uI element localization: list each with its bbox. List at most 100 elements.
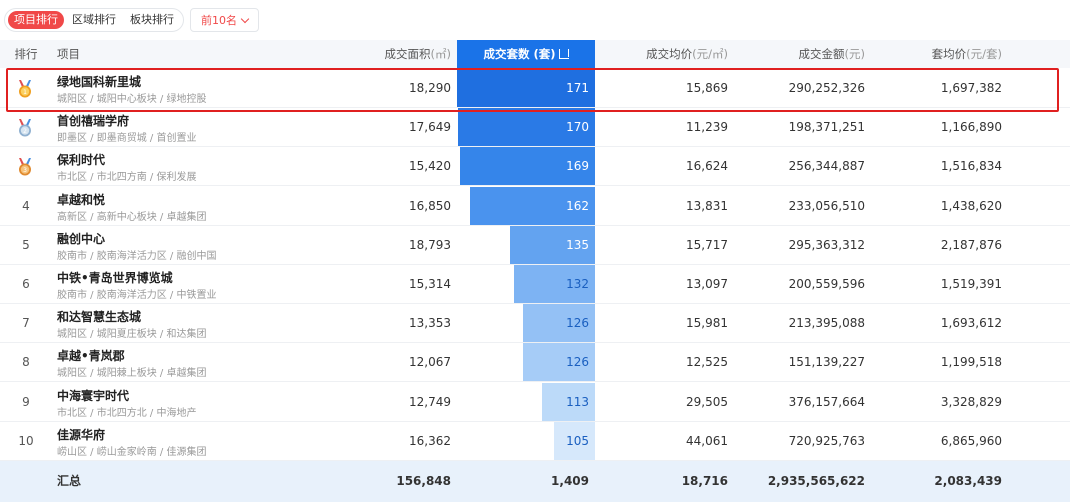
project-location: 城阳区 / 城阳中心板块 / 绿地控股 [57, 94, 207, 105]
units-bar-cell: 171 [457, 69, 595, 107]
header-amount-unit: (元) [844, 47, 865, 61]
project-name[interactable]: 佳源华府 [57, 428, 206, 443]
project-location: 城阳区 / 城阳夏庄板块 / 和达集团 [57, 329, 207, 341]
bronze-medal-icon: 3 [19, 158, 31, 176]
project-name[interactable]: 卓越和悦 [57, 193, 206, 208]
header-amount[interactable]: 成交金额(元) [740, 40, 865, 68]
sort-icon[interactable] [558, 49, 569, 59]
project-name[interactable]: 中海寰宇时代 [57, 389, 196, 404]
summary-avg-price: 18,716 [681, 474, 728, 488]
project-cell[interactable]: 佳源华府 崂山区 / 崂山金家岭南 / 佳源集团 [57, 428, 206, 460]
units-bar-cell: 162 [457, 186, 595, 225]
project-cell[interactable]: 卓越•青岚郡 城阳区 / 城阳棘上板块 / 卓越集团 [57, 349, 206, 381]
project-name[interactable]: 和达智慧生态城 [57, 310, 206, 325]
avg-price-cell: 15,869 [686, 81, 728, 95]
project-cell[interactable]: 中铁•青岛世界博览城 胶南市 / 胶南海洋活力区 / 中铁置业 [57, 271, 216, 303]
unit-price-cell: 2,187,876 [940, 237, 1002, 252]
medal-rank: 1 [23, 89, 27, 96]
area-cell: 15,314 [409, 277, 451, 291]
project-location: 市北区 / 市北四方北 / 中海地产 [57, 407, 197, 419]
project-cell[interactable]: 和达智慧生态城 城阳区 / 城阳夏庄板块 / 和达集团 [57, 310, 206, 342]
header-avg-price-unit: (元/㎡) [692, 47, 728, 61]
rank-number: 4 [22, 198, 30, 213]
amount-cell: 720,925,763 [788, 433, 865, 448]
table-row[interactable]: 6 中铁•青岛世界博览城 胶南市 / 胶南海洋活力区 / 中铁置业 15,314 132… [0, 265, 1070, 304]
top-n-label: 前10名 [201, 14, 237, 27]
area-cell: 13,353 [409, 316, 451, 331]
silver-medal-icon: 2 [19, 119, 31, 137]
amount-cell: 198,371,251 [788, 120, 865, 135]
unit-price-cell: 1,199,518 [940, 355, 1002, 370]
unit-price-cell: 1,438,620 [940, 198, 1002, 213]
header-area-label: 成交面积 [384, 47, 431, 61]
header-units[interactable]: 成交套数 (套) [457, 40, 595, 68]
table-row[interactable]: 5 融创中心 胶南市 / 胶南海洋活力区 / 融创中国 18,793 135 15,717… [0, 225, 1070, 265]
header-units-label: 成交套数 [483, 47, 530, 61]
units-bar-cell: 105 [457, 421, 595, 460]
project-cell[interactable]: 保利时代市北区 / 市北四方南 / 保利发展 [57, 153, 196, 185]
project-name[interactable]: 保利时代 [57, 153, 196, 168]
unit-price-cell: 1,693,612 [940, 316, 1002, 331]
header-rank[interactable]: 排行 [0, 40, 52, 68]
project-name[interactable]: 融创中心 [57, 232, 216, 247]
summary-unit-price: 2,083,439 [934, 474, 1002, 488]
header-area[interactable]: 成交面积(㎡) [340, 40, 451, 68]
top-n-dropdown[interactable]: 前10名 [190, 8, 259, 32]
header-avg-price-label: 成交均价 [646, 47, 693, 61]
units-bar-cell: 169 [457, 147, 595, 186]
rank-number: 7 [22, 316, 30, 331]
project-location: 市北区 / 市北四方南 / 保利发展 [57, 172, 197, 184]
avg-price-cell: 29,505 [686, 394, 728, 409]
project-name[interactable]: 绿地国科新里城 [57, 75, 206, 90]
units-value: 126 [566, 316, 589, 331]
units-value: 162 [566, 198, 589, 213]
amount-cell: 295,363,312 [788, 237, 865, 252]
units-value: 170 [566, 120, 589, 135]
avg-price-cell: 15,981 [686, 316, 728, 331]
table-row[interactable]: 9 中海寰宇时代 市北区 / 市北四方北 / 中海地产 12,749 113 29,505… [0, 382, 1070, 422]
units-bar-cell: 126 [457, 343, 595, 382]
unit-price-cell: 1,166,890 [940, 120, 1002, 135]
units-bar-cell: 113 [457, 382, 595, 421]
project-name[interactable]: 首创禧瑞学府 [57, 114, 196, 129]
project-name[interactable]: 中铁•青岛世界博览城 [57, 271, 216, 286]
table-header: 排行 项目 成交面积(㎡) 成交套数 (套) 成交均价(元/㎡) 成交金额(元)… [0, 40, 1070, 68]
tab-region-ranking[interactable]: 区域排行 [66, 11, 122, 29]
table-row[interactable]: 2 首创禧瑞学府 即墨区 / 即墨商贸城 / 首创置业 17,649 170 11,239… [0, 108, 1070, 148]
units-value: 113 [566, 394, 589, 409]
ranking-type-switch: 项目排行 区域排行 板块排行 [4, 8, 184, 32]
chevron-down-icon [240, 14, 250, 23]
project-cell[interactable]: 中海寰宇时代 市北区 / 市北四方北 / 中海地产 [57, 389, 196, 421]
amount-cell: 290,252,326 [788, 81, 865, 95]
table-row[interactable]: 3 保利时代 市北区 / 市北四方南 / 保利发展 15,420 169 16,624 25… [0, 147, 1070, 187]
units-bar-cell: 126 [457, 304, 595, 343]
project-location: 即墨区 / 即墨商贸城 / 首创置业 [57, 133, 197, 145]
summary-amount: 2,935,565,622 [767, 474, 865, 488]
summary-row: 汇总 156,848 1,409 18,716 2,935,565,622 2,… [0, 461, 1070, 502]
project-cell[interactable]: 卓越和悦 高新区 / 高新中心板块 / 卓越集团 [57, 193, 206, 225]
amount-cell: 376,157,664 [788, 394, 865, 409]
amount-cell: 151,139,227 [788, 355, 865, 370]
project-name[interactable]: 卓越•青岚郡 [57, 349, 206, 364]
gold-medal-icon: 1 [19, 80, 31, 98]
tab-project-ranking[interactable]: 项目排行 [8, 11, 64, 29]
tab-sector-ranking[interactable]: 板块排行 [124, 11, 180, 29]
table-row[interactable]: 7 和达智慧生态城 城阳区 / 城阳夏庄板块 / 和达集团 13,353 126 15,9… [0, 304, 1070, 344]
area-cell: 15,420 [409, 159, 451, 174]
header-unit-price[interactable]: 套均价(元/套) [880, 40, 1002, 68]
avg-price-cell: 13,831 [686, 198, 728, 213]
table-row[interactable]: 10 佳源华府 崂山区 / 崂山金家岭南 / 佳源集团 16,362 105 44,061… [0, 421, 1070, 461]
project-cell[interactable]: 融创中心 胶南市 / 胶南海洋活力区 / 融创中国 [57, 232, 216, 264]
table-row[interactable]: 4 卓越和悦 高新区 / 高新中心板块 / 卓越集团 16,850 162 13,831 2… [0, 186, 1070, 226]
table-row[interactable]: 1 绿地国科新里城 城阳区 / 城阳中心板块 / 绿地控股 18,290 171 15,8… [0, 69, 1070, 108]
project-cell[interactable]: 首创禧瑞学府 即墨区 / 即墨商贸城 / 首创置业 [57, 114, 196, 146]
table-row[interactable]: 8 卓越•青岚郡 城阳区 / 城阳棘上板块 / 卓越集团 12,067 126 12,52… [0, 343, 1070, 383]
header-unit-price-label: 套均价 [931, 47, 967, 61]
units-value: 126 [566, 355, 589, 370]
header-project[interactable]: 项目 [57, 40, 80, 68]
toolbar: 项目排行 区域排行 板块排行 前10名 [0, 0, 1070, 40]
project-cell[interactable]: 绿地国科新里城城阳区 / 城阳中心板块 / 绿地控股 [57, 75, 206, 107]
project-location: 城阳区 / 城阳棘上板块 / 卓越集团 [57, 368, 207, 380]
area-cell: 17,649 [409, 120, 451, 135]
header-avg-price[interactable]: 成交均价(元/㎡) [600, 40, 728, 68]
